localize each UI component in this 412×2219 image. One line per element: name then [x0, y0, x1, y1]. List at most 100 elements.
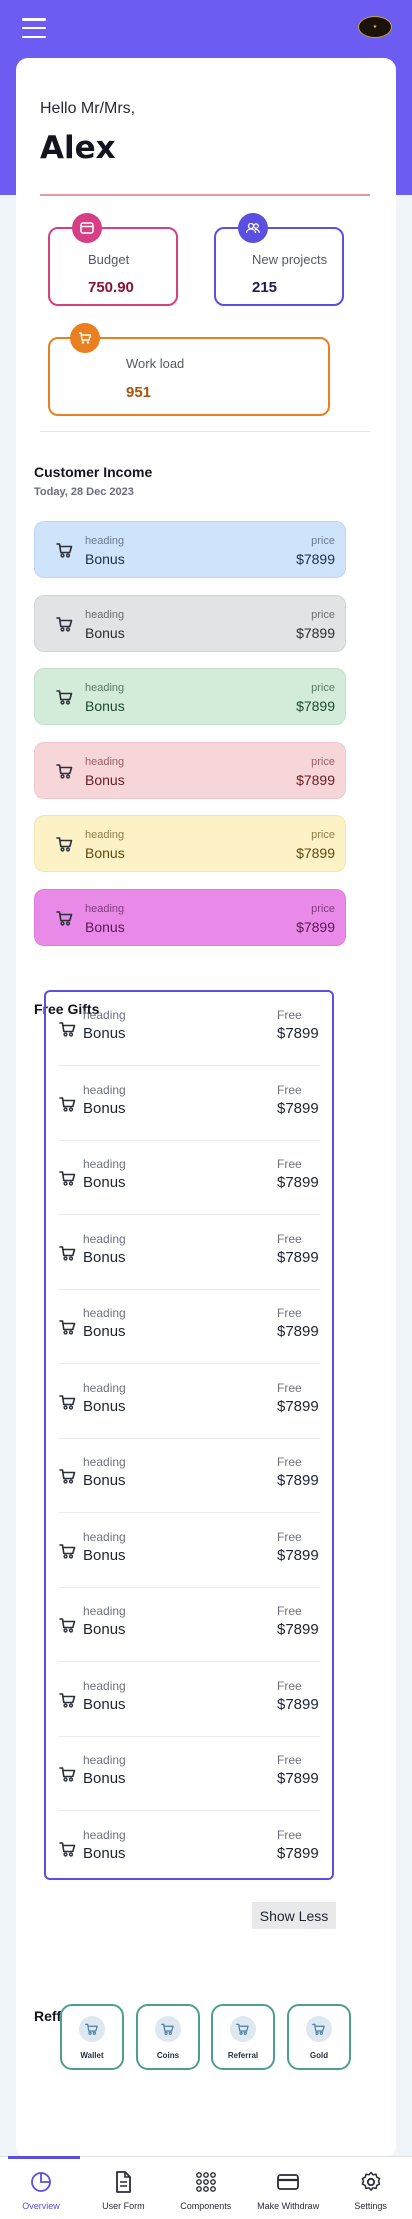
- projects-stat-card[interactable]: New projects 215: [214, 213, 344, 306]
- gift-title: Bonus: [83, 1695, 126, 1713]
- income-item[interactable]: heading Bonus price $7899: [34, 668, 346, 725]
- income-item[interactable]: heading Bonus price $7899: [34, 521, 346, 578]
- income-item[interactable]: heading Bonus price $7899: [34, 594, 346, 652]
- cart-icon: [55, 909, 75, 932]
- users-icon: [238, 213, 268, 243]
- gift-free-label: Free: [277, 1157, 302, 1171]
- gift-price: $7899: [277, 1770, 319, 1787]
- cart-icon: [58, 1169, 78, 1192]
- nav-item-settings[interactable]: Settings: [330, 2157, 412, 2219]
- gift-free-label: Free: [277, 1082, 302, 1097]
- gift-item[interactable]: heading Bonus Free $7899: [58, 1141, 320, 1215]
- referral-label: Wallet: [80, 2051, 104, 2060]
- referral-label: Referral: [227, 2051, 259, 2060]
- referral-coins-button[interactable]: Coins: [136, 2004, 200, 2070]
- nav-label: User Form: [102, 2201, 145, 2211]
- workload-label: Work load: [126, 356, 185, 371]
- gift-heading: heading: [83, 1008, 126, 1022]
- brand-logo[interactable]: ★: [358, 16, 392, 38]
- nav-item-user-form[interactable]: User Form: [82, 2157, 164, 2219]
- gift-price: $7899: [277, 1397, 319, 1415]
- income-item[interactable]: heading Bonus price $7899: [34, 815, 346, 872]
- income-heading: heading: [85, 902, 125, 915]
- income-heading: heading: [85, 682, 125, 694]
- income-price-label: price: [311, 902, 335, 915]
- cart-icon: [55, 541, 75, 564]
- income-heading: heading: [85, 829, 125, 841]
- gift-item[interactable]: heading Bonus Free $7899: [58, 992, 320, 1066]
- income-heading: heading: [85, 535, 125, 547]
- gift-title: Bonus: [83, 1621, 126, 1638]
- cart-icon: [58, 1244, 78, 1267]
- gift-item[interactable]: heading Bonus Free $7899: [58, 1514, 320, 1588]
- projects-label: New projects: [252, 252, 328, 267]
- referral-gold-button[interactable]: Gold: [287, 2004, 351, 2070]
- gift-item[interactable]: heading Bonus Free $7899: [58, 1737, 320, 1811]
- cart-icon: [70, 323, 100, 353]
- document-icon: [82, 2170, 164, 2194]
- grid-dots-icon: [165, 2170, 247, 2194]
- divider: [40, 194, 370, 196]
- income-price: $7899: [296, 771, 335, 788]
- gift-title: Bonus: [83, 1025, 126, 1042]
- income-title: Bonus: [85, 918, 125, 935]
- gift-title: Bonus: [83, 1546, 126, 1564]
- income-item[interactable]: heading Bonus price $7899: [34, 888, 346, 946]
- gear-icon: [330, 2170, 412, 2194]
- hamburger-icon[interactable]: [22, 18, 46, 38]
- gift-title: Bonus: [83, 1174, 126, 1191]
- gift-price: $7899: [277, 1546, 319, 1564]
- gift-free-label: Free: [277, 1380, 302, 1395]
- gift-item[interactable]: heading Bonus Free $7899: [58, 1663, 320, 1737]
- income-price: $7899: [296, 551, 335, 567]
- greeting-text: Hello Mr/Mrs,: [40, 100, 136, 117]
- income-price: $7899: [296, 845, 335, 861]
- gift-title: Bonus: [83, 1099, 126, 1117]
- income-price: $7899: [296, 918, 335, 935]
- gift-item[interactable]: heading Bonus Free $7899: [58, 1588, 320, 1662]
- budget-stat-card[interactable]: Budget 750.90: [48, 213, 178, 306]
- projects-value: 215: [252, 279, 278, 296]
- income-date: Today, 28 Dec 2023: [34, 486, 134, 498]
- gift-item[interactable]: heading Bonus Free $7899: [58, 1439, 320, 1513]
- gift-price: $7899: [277, 1248, 319, 1266]
- gift-free-label: Free: [277, 1231, 302, 1246]
- income-heading: heading: [85, 608, 125, 621]
- cart-icon: [55, 615, 75, 638]
- income-title: Bonus: [85, 845, 125, 861]
- referral-wallet-button[interactable]: Wallet: [60, 2004, 124, 2070]
- cart-icon: [58, 1318, 78, 1341]
- gift-item[interactable]: heading Bonus Free $7899: [58, 1812, 320, 1886]
- gift-free-label: Free: [277, 1827, 302, 1842]
- gift-title: Bonus: [83, 1472, 126, 1489]
- budget-value: 750.90: [88, 279, 134, 296]
- pie-chart-icon: [0, 2170, 82, 2194]
- gift-heading: heading: [83, 1231, 126, 1246]
- gift-item[interactable]: heading Bonus Free $7899: [58, 1290, 320, 1364]
- gift-title: Bonus: [83, 1770, 126, 1787]
- nav-label: Settings: [354, 2201, 387, 2211]
- gift-item[interactable]: heading Bonus Free $7899: [58, 1365, 320, 1439]
- nav-label: Overview: [22, 2201, 60, 2211]
- gift-free-label: Free: [277, 1753, 302, 1767]
- gift-heading: heading: [83, 1753, 126, 1767]
- nav-item-components[interactable]: Components: [165, 2157, 247, 2219]
- nav-label: Make Withdraw: [257, 2201, 320, 2211]
- card-icon: [72, 213, 102, 243]
- referral-referral-button[interactable]: Referral: [211, 2004, 275, 2070]
- nav-item-overview[interactable]: Overview: [0, 2156, 82, 2219]
- gift-price: $7899: [277, 1099, 319, 1117]
- income-item[interactable]: heading Bonus price $7899: [34, 741, 346, 799]
- customer-income-title: Customer Income: [34, 464, 153, 480]
- gift-item[interactable]: heading Bonus Free $7899: [58, 1067, 320, 1141]
- gift-item[interactable]: heading Bonus Free $7899: [58, 1216, 320, 1290]
- gift-title: Bonus: [83, 1248, 126, 1266]
- show-less-button[interactable]: Show Less: [252, 1902, 336, 1929]
- gift-price: $7899: [277, 1844, 319, 1862]
- cart-icon: [58, 1616, 78, 1639]
- nav-item-make-withdraw[interactable]: Make Withdraw: [247, 2157, 329, 2219]
- gift-price: $7899: [277, 1621, 319, 1638]
- workload-stat-card[interactable]: Work load 951: [48, 323, 330, 416]
- gift-heading: heading: [83, 1529, 126, 1544]
- user-name: Alex: [40, 130, 116, 166]
